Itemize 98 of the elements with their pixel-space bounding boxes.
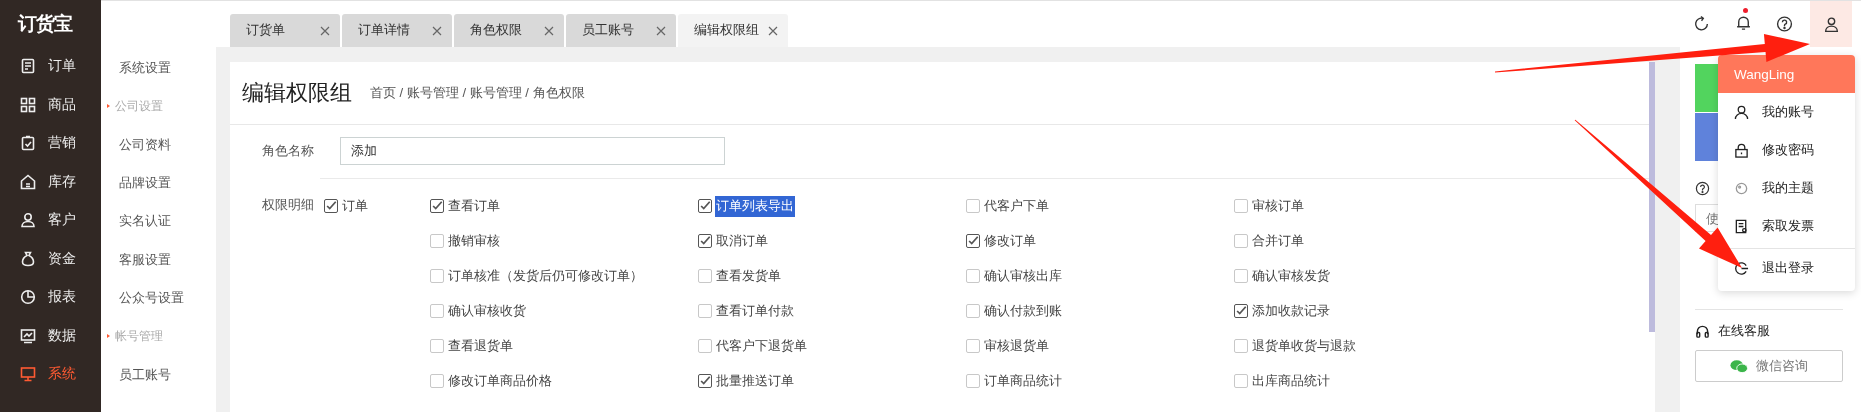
nav-item[interactable]: 订单	[0, 47, 101, 86]
checkbox-label: 退货单收货与退款	[1251, 337, 1357, 355]
bell-icon[interactable]	[1734, 14, 1752, 31]
close-icon[interactable]	[320, 25, 330, 36]
checkbox-label: 代客户下退货单	[715, 337, 808, 355]
headset-icon	[1695, 323, 1710, 339]
document-icon	[20, 58, 36, 75]
wechat-button[interactable]: 微信咨询	[1695, 350, 1843, 382]
checkbox-label: 代客户下单	[983, 197, 1050, 215]
submenu-item[interactable]: 品牌设置	[101, 174, 171, 193]
nav-item[interactable]: 数据	[0, 316, 101, 355]
monitor-icon	[20, 366, 36, 383]
nav-item[interactable]: 库存	[0, 162, 101, 201]
checkbox-label: 查看发货单	[715, 267, 782, 285]
checkbox-label: 合并订单	[1251, 232, 1305, 250]
field-label: 权限明细	[262, 197, 312, 214]
refresh-icon[interactable]	[1693, 14, 1710, 34]
nav-item[interactable]: 客户	[0, 201, 101, 240]
breadcrumb: 首页 / 账号管理 / 账号管理 / 角色权限	[370, 84, 585, 102]
checkbox-label: 查看订单	[447, 197, 501, 215]
checkbox[interactable]	[698, 199, 712, 213]
submenu-item[interactable]: 实名认证	[101, 212, 171, 231]
checkbox[interactable]	[1234, 304, 1248, 318]
checkbox-label: 添加收款记录	[1251, 302, 1331, 320]
checkbox-label: 审核订单	[1251, 197, 1305, 215]
menu-item[interactable]: 退出登录	[1718, 249, 1855, 287]
tab[interactable]: 员工账号	[566, 14, 676, 47]
menu-item[interactable]: 修改密码	[1718, 131, 1855, 169]
checkbox-label: 订单列表导出	[715, 195, 795, 217]
person-icon	[1734, 104, 1749, 120]
checkbox[interactable]	[698, 234, 712, 248]
receipt-icon	[1734, 218, 1749, 234]
scrollbar[interactable]	[1649, 62, 1655, 332]
checkbox[interactable]	[324, 199, 338, 213]
checkbox-label: 查看退货单	[447, 337, 514, 355]
chat-bubbles-icon	[1730, 358, 1748, 374]
role-name-field[interactable]: 添加	[340, 137, 725, 165]
menu-item[interactable]: 我的账号	[1718, 93, 1855, 131]
checkbox-label: 订单核准（发货后仍可修改订单）	[447, 267, 644, 285]
submenu-group-title: 帐号管理	[115, 328, 163, 344]
app-logo: 订货宝	[16, 11, 73, 36]
house-icon	[20, 173, 36, 190]
close-icon[interactable]	[544, 25, 554, 36]
chart-icon	[20, 327, 36, 344]
tab[interactable]: 订货单	[230, 14, 340, 47]
checkbox-label: 审核退货单	[983, 337, 1050, 355]
checkbox[interactable]	[430, 199, 444, 213]
close-icon[interactable]	[656, 25, 666, 36]
nav-item[interactable]: 系统	[0, 355, 101, 394]
checkbox-label: 撤销审核	[447, 232, 501, 250]
help-icon	[1695, 181, 1710, 196]
tab[interactable]: 订单详情	[342, 14, 452, 47]
nav-item[interactable]: 营销	[0, 124, 101, 163]
submenu-item[interactable]: 系统设置	[101, 59, 171, 78]
grid-icon	[20, 96, 36, 113]
checkbox-label: 修改订单商品价格	[447, 372, 553, 390]
group-marker-icon	[107, 104, 110, 109]
checkbox-label: 确认审核收货	[447, 302, 527, 320]
checkbox-label: 取消订单	[715, 232, 769, 250]
checkbox[interactable]	[966, 234, 980, 248]
tab[interactable]: 编辑权限组	[678, 14, 788, 47]
submenu-group-title: 公司设置	[115, 98, 163, 114]
pie-chart-icon	[20, 289, 36, 306]
checkbox-label: 修改订单	[983, 232, 1037, 250]
close-icon[interactable]	[768, 25, 778, 36]
person-icon	[20, 212, 36, 229]
group-marker-icon	[107, 334, 110, 339]
submenu-item[interactable]: 公司资料	[101, 135, 171, 154]
person-icon	[1822, 15, 1840, 33]
checkbox-label: 确认审核发货	[1251, 267, 1331, 285]
money-bag-icon	[20, 250, 36, 267]
section-title: 在线客服	[1718, 322, 1770, 340]
menu-item[interactable]: 索取发票	[1718, 207, 1855, 245]
checkbox-label: 订单	[341, 197, 369, 215]
nav-item[interactable]: 资金	[0, 239, 101, 278]
submenu-item[interactable]: 员工账号	[101, 365, 171, 384]
lock-icon	[1734, 142, 1749, 158]
menu-item[interactable]: 我的主题	[1718, 169, 1855, 207]
help-icon[interactable]	[1776, 14, 1793, 34]
checkbox-label: 批量推送订单	[715, 372, 795, 390]
logout-icon	[1734, 260, 1749, 276]
user-button[interactable]	[1810, 1, 1852, 47]
checkbox[interactable]	[698, 374, 712, 388]
nav-item[interactable]: 商品	[0, 85, 101, 124]
field-label: 角色名称	[262, 142, 315, 160]
submenu-item[interactable]: 客服设置	[101, 250, 171, 269]
username-header: WangLing	[1718, 55, 1855, 93]
checkbox-label: 确认审核出库	[983, 267, 1063, 285]
checkbox-label: 订单商品统计	[983, 372, 1063, 390]
close-icon[interactable]	[432, 25, 442, 36]
submenu-item[interactable]: 公众号设置	[101, 288, 184, 307]
tab[interactable]: 角色权限	[454, 14, 564, 47]
checkbox-label: 查看订单付款	[715, 302, 795, 320]
clipboard-icon	[20, 135, 36, 152]
checkbox-label: 确认付款到账	[983, 302, 1063, 320]
nav-item[interactable]: 报表	[0, 278, 101, 317]
checkbox-label: 出库商品统计	[1251, 372, 1331, 390]
page-title: 编辑权限组	[242, 79, 352, 107]
